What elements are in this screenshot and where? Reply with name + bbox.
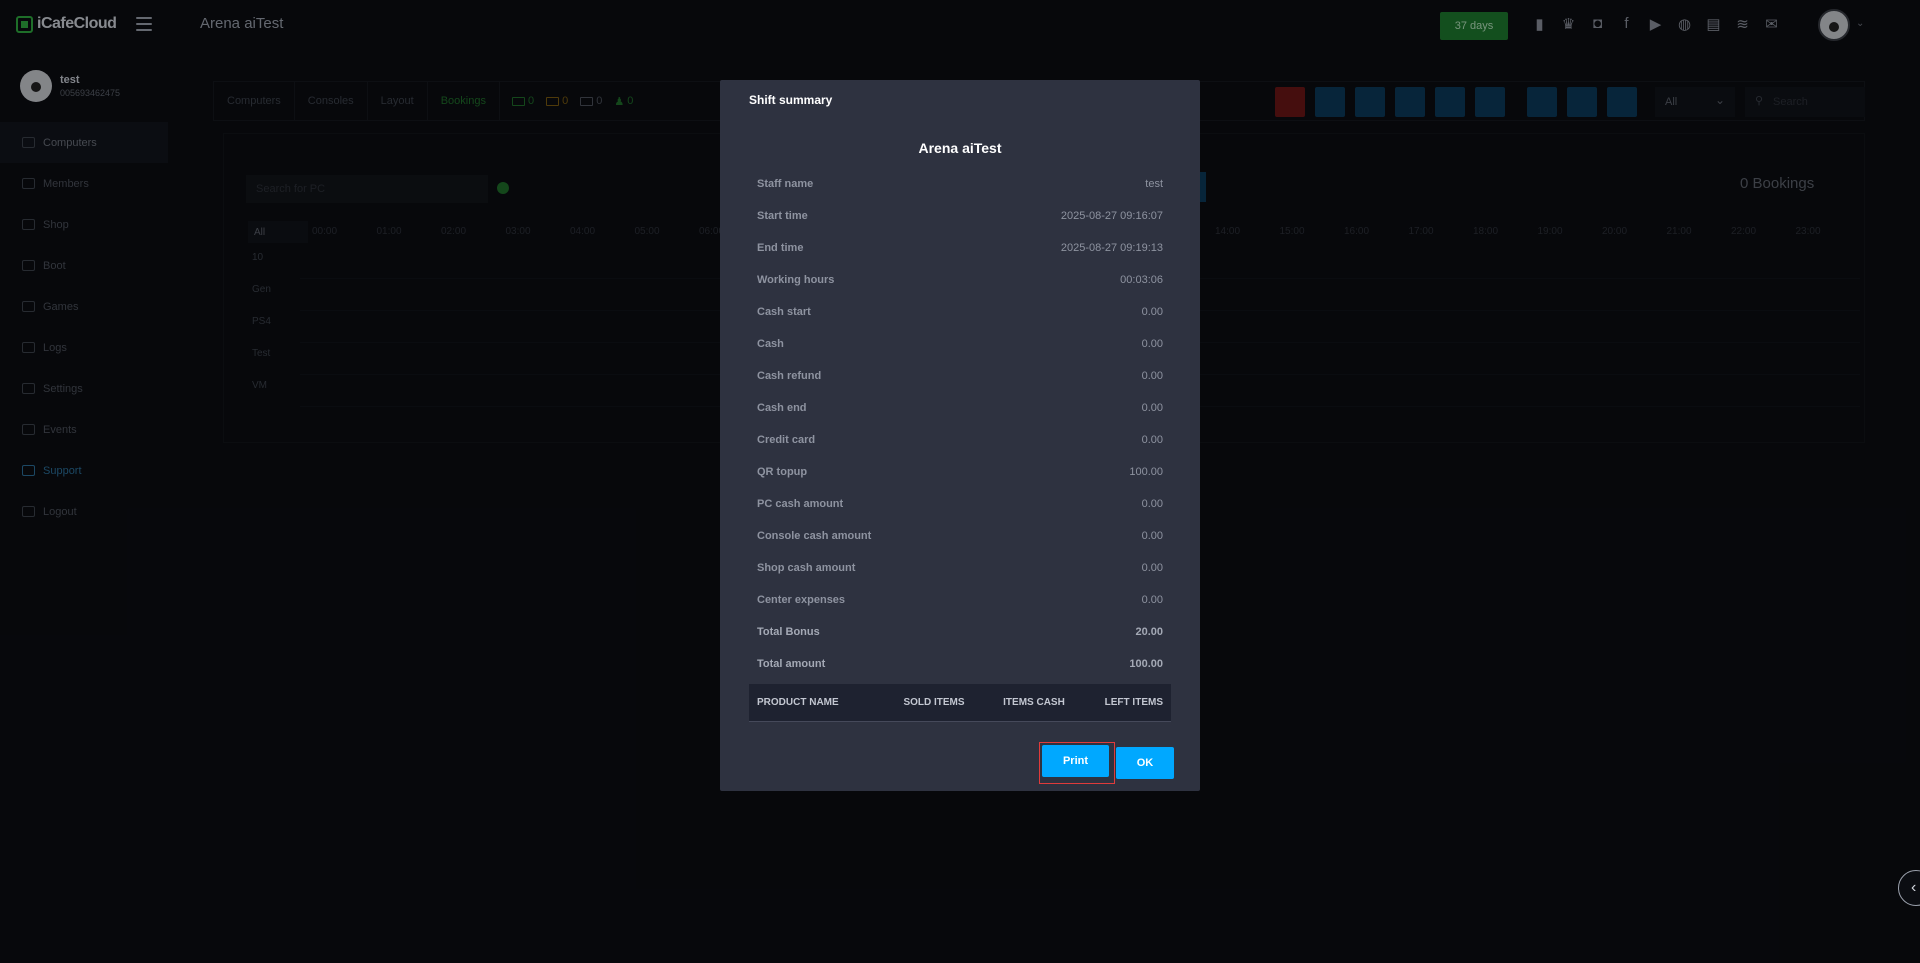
summary-value: 2025-08-27 09:16:07 — [1060, 210, 1163, 222]
col-items-cash: ITEMS CASH — [1003, 697, 1065, 708]
summary-row: Cash end 0.00 — [757, 392, 1163, 424]
summary-row: Total amount 100.00 — [757, 648, 1163, 680]
col-product-name: PRODUCT NAME — [757, 697, 839, 708]
summary-value: 2025-08-27 09:19:13 — [1060, 242, 1163, 254]
summary-row: End time 2025-08-27 09:19:13 — [757, 232, 1163, 264]
summary-label: Credit card — [757, 434, 816, 446]
summary-value: 0.00 — [1141, 434, 1163, 446]
summary-label: PC cash amount — [757, 498, 844, 510]
summary-row: Shop cash amount 0.00 — [757, 552, 1163, 584]
summary-value: 00:03:06 — [1120, 274, 1163, 286]
summary-row: Total Bonus 20.00 — [757, 616, 1163, 648]
summary-row: Console cash amount 0.00 — [757, 520, 1163, 552]
summary-label: Shop cash amount — [757, 562, 856, 574]
summary-row: Credit card 0.00 — [757, 424, 1163, 456]
col-sold-items: SOLD ITEMS — [903, 697, 965, 708]
col-left-items: LEFT ITEMS — [1104, 697, 1163, 708]
summary-row: Staff name test — [757, 168, 1163, 200]
summary-label: Cash start — [757, 306, 811, 318]
summary-value: 0.00 — [1141, 594, 1163, 606]
summary-label: End time — [757, 242, 804, 254]
summary-label: Console cash amount — [757, 530, 872, 542]
shift-summary-dialog: Shift summary Arena aiTest Staff name tes… — [720, 80, 1200, 791]
summary-value: 0.00 — [1141, 530, 1163, 542]
summary-row: PC cash amount 0.00 — [757, 488, 1163, 520]
print-button[interactable]: Print — [1042, 745, 1109, 777]
arena-name: Arena aiTest — [918, 140, 1002, 156]
items-table-header: PRODUCT NAME SOLD ITEMS ITEMS CASH LEFT … — [749, 684, 1171, 722]
summary-row: Working hours 00:03:06 — [757, 264, 1163, 296]
summary-label: Total amount — [757, 658, 826, 670]
summary-label: Cash end — [757, 402, 807, 414]
summary-value: 0.00 — [1141, 402, 1163, 414]
print-highlight: Print — [1039, 742, 1115, 784]
summary-value: 0.00 — [1141, 338, 1163, 350]
summary-value: test — [1145, 178, 1163, 190]
summary-value: 0.00 — [1141, 498, 1163, 510]
summary-value: 20.00 — [1135, 626, 1163, 638]
dialog-title: Shift summary — [749, 93, 833, 107]
summary-row: Start time 2025-08-27 09:16:07 — [757, 200, 1163, 232]
ok-button[interactable]: OK — [1116, 747, 1174, 779]
summary-label: Cash — [757, 338, 784, 350]
summary-value: 100.00 — [1129, 466, 1163, 478]
summary-label: QR topup — [757, 466, 808, 478]
summary-value: 0.00 — [1141, 562, 1163, 574]
summary-value: 0.00 — [1141, 306, 1163, 318]
summary-value: 0.00 — [1141, 370, 1163, 382]
summary-row: Center expenses 0.00 — [757, 584, 1163, 616]
summary-row: Cash 0.00 — [757, 328, 1163, 360]
summary-label: Staff name — [757, 178, 814, 190]
summary-list: Staff name test Start time 2025-08-27 09:16… — [757, 168, 1163, 680]
summary-label: Center expenses — [757, 594, 846, 606]
summary-row: Cash start 0.00 — [757, 296, 1163, 328]
summary-value: 100.00 — [1129, 658, 1163, 670]
summary-label: Start time — [757, 210, 808, 222]
summary-label: Cash refund — [757, 370, 822, 382]
summary-label: Working hours — [757, 274, 835, 286]
summary-label: Total Bonus — [757, 626, 820, 638]
summary-row: QR topup 100.00 — [757, 456, 1163, 488]
summary-row: Cash refund 0.00 — [757, 360, 1163, 392]
